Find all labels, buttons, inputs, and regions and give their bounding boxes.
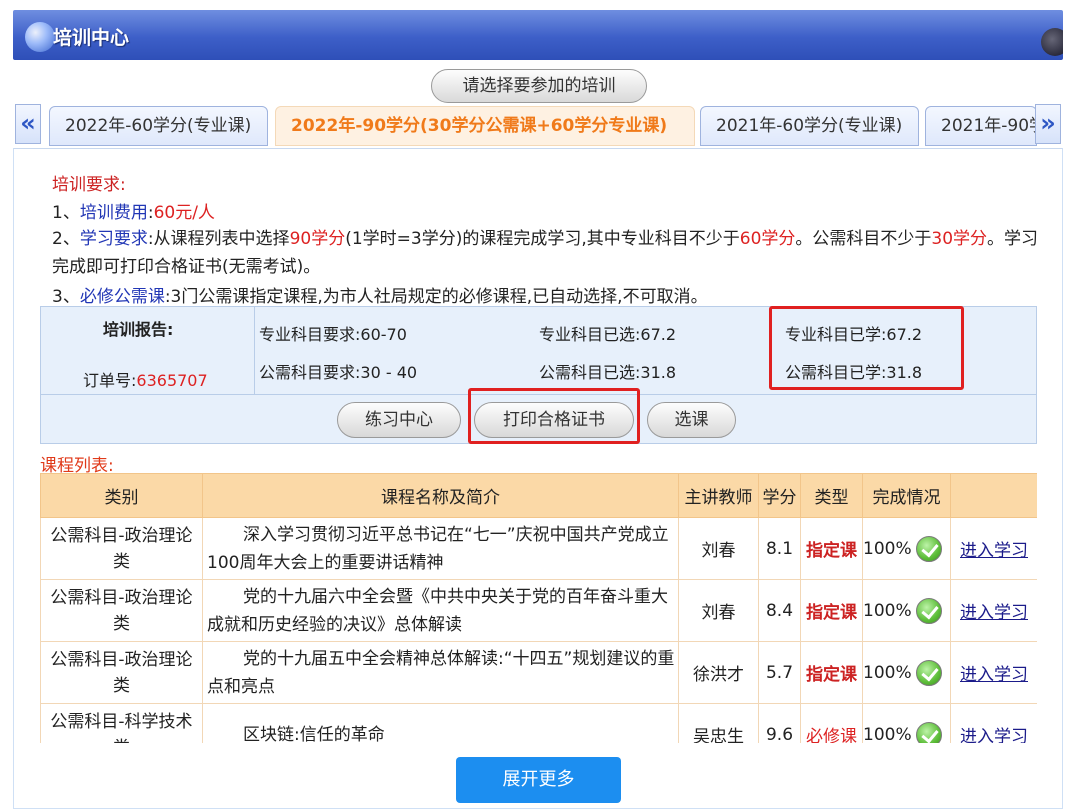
- header-credit: 学分: [758, 473, 801, 518]
- requirement-study: 2、学习要求:从课程列表中选择90学分(1学时=3学分)的课程完成学习,其中专业…: [52, 225, 1042, 281]
- req-text: (1学时=3学分)的课程完成学习,其中专业科目不少于: [345, 229, 740, 249]
- complete-check-icon: [915, 597, 942, 624]
- decorative-ball-icon: [1041, 28, 1063, 56]
- header-course-name: 课程名称及简介: [202, 473, 679, 518]
- tab-2021-60[interactable]: 2021年-60学分(专业课): [700, 106, 919, 146]
- requirements-title: 培训要求:: [52, 175, 126, 195]
- course-category: 公需科目-科学技术类: [40, 703, 203, 743]
- course-name: 党的十九届六中全会暨《中共中央关于党的百年奋斗重大成就和历史经验的决议》总体解读: [202, 579, 679, 642]
- course-category: 公需科目-政治理论类: [40, 517, 203, 580]
- course-type: 指定课: [800, 641, 863, 704]
- page-title: 培训中心: [53, 27, 130, 49]
- progress-text: 100%: [863, 538, 912, 559]
- req-pro-credit: 60学分: [739, 229, 796, 249]
- course-type: 必修课: [800, 703, 863, 743]
- req-index: 1、: [52, 203, 80, 223]
- order-label: 订单号:: [83, 371, 137, 390]
- pub-selected: 公需科目已选:31.8: [539, 363, 677, 382]
- course-action: 进入学习: [950, 641, 1037, 704]
- table-row: 公需科目-政治理论类 党的十九届五中全会精神总体解读:“十四五”规划建议的重点和…: [40, 641, 1037, 704]
- report-summary: 培训报告: 订单号:6365707: [41, 307, 255, 395]
- course-name: 党的十九届五中全会精神总体解读:“十四五”规划建议的重点和亮点: [202, 641, 679, 704]
- req-text: :从课程列表中选择: [147, 229, 290, 249]
- req-pub-credit: 30: [931, 229, 954, 249]
- progress-text: 100%: [863, 600, 912, 621]
- table-row: 公需科目-政治理论类 党的十九届六中全会暨《中共中央关于党的百年奋斗重大成就和历…: [40, 579, 1037, 642]
- requirement-fee: 1、培训费用:60元/人: [52, 198, 215, 223]
- course-name: 深入学习贯彻习近平总书记在“七一”庆祝中国共产党成立100周年大会上的重要讲话精…: [202, 517, 679, 580]
- course-type: 指定课: [800, 579, 863, 642]
- expand-more-button[interactable]: 展开更多: [456, 757, 621, 803]
- tab-scroll-left-icon[interactable]: «: [15, 104, 41, 144]
- course-credit: 8.4: [758, 579, 801, 642]
- req-index: 2、: [52, 229, 80, 249]
- complete-check-icon: [915, 535, 942, 562]
- complete-check-icon: [915, 659, 942, 686]
- training-tabs: « 2022年-60学分(专业课) 2022年-90学分(30学分公需课+60学…: [13, 104, 1063, 148]
- page-header: 培训中心: [13, 10, 1063, 60]
- course-category: 公需科目-政治理论类: [40, 579, 203, 642]
- header-action: [950, 473, 1037, 518]
- req-total-credit: 90学分: [289, 229, 346, 249]
- req-fee-label: 培训费用: [79, 203, 148, 223]
- practice-center-button[interactable]: 练习中心: [337, 402, 461, 438]
- req-index: 3、: [52, 287, 80, 307]
- req-study-label: 学习要求: [79, 229, 148, 249]
- header-progress: 完成情况: [862, 473, 951, 518]
- select-course-button[interactable]: 选课: [647, 402, 736, 438]
- pub-required: 公需科目要求:30 - 40: [259, 363, 418, 382]
- enter-study-link[interactable]: 进入学习: [960, 727, 1028, 743]
- req-text: :3门公需课指定课程,为市人社局规定的必修课程,已自动选择,不可取消。: [164, 287, 708, 307]
- progress-text: 100%: [863, 724, 912, 744]
- course-category: 公需科目-政治理论类: [40, 641, 203, 704]
- order-number: 订单号:6365707: [83, 367, 208, 391]
- tab-scroll-right-icon[interactable]: »: [1035, 104, 1061, 144]
- course-teacher: 刘春: [678, 579, 759, 642]
- table-row: 公需科目-科学技术类 区块链:信任的革命 吴忠生 9.6 必修课 100% 进入…: [40, 703, 1037, 744]
- report-label: 培训报告:: [103, 320, 174, 339]
- header-teacher: 主讲教师: [678, 473, 759, 518]
- course-action: 进入学习: [950, 703, 1037, 743]
- course-teacher: 吴忠生: [678, 703, 759, 743]
- enter-study-link[interactable]: 进入学习: [960, 603, 1028, 623]
- enter-study-link[interactable]: 进入学习: [960, 665, 1028, 685]
- enter-study-link[interactable]: 进入学习: [960, 541, 1028, 561]
- header-category: 类别: [40, 473, 203, 518]
- highlight-learned-box: [769, 306, 964, 390]
- course-action: 进入学习: [950, 579, 1037, 642]
- req-mandatory-label: 必修公需课: [79, 287, 165, 307]
- course-table: 类别 课程名称及简介 主讲教师 学分 类型 完成情况 公需科目-政治理论类 深入…: [40, 473, 1037, 743]
- course-name: 区块链:信任的革命: [202, 703, 679, 743]
- course-teacher: 刘春: [678, 517, 759, 580]
- progress-text: 100%: [863, 662, 912, 683]
- course-credit: 5.7: [758, 641, 801, 704]
- course-progress: 100%: [862, 579, 951, 642]
- pro-required: 专业科目要求:60-70: [259, 325, 407, 344]
- logo-icon: [25, 22, 55, 52]
- course-credit: 8.1: [758, 517, 801, 580]
- course-progress: 100%: [862, 641, 951, 704]
- complete-check-icon: [915, 721, 942, 743]
- requirement-mandatory: 3、必修公需课:3门公需课指定课程,为市人社局规定的必修课程,已自动选择,不可取…: [52, 282, 708, 307]
- table-row: 公需科目-政治理论类 深入学习贯彻习近平总书记在“七一”庆祝中国共产党成立100…: [40, 517, 1037, 580]
- course-action: 进入学习: [950, 517, 1037, 580]
- highlight-print-box: [468, 388, 640, 444]
- tab-2022-60[interactable]: 2022年-60学分(专业课): [49, 106, 268, 146]
- course-progress: 100%: [862, 517, 951, 580]
- course-teacher: 徐洪才: [678, 641, 759, 704]
- pro-selected: 专业科目已选:67.2: [539, 325, 677, 344]
- table-header-row: 类别 课程名称及简介 主讲教师 学分 类型 完成情况: [40, 473, 1037, 518]
- req-pub-credit-unit: 学分: [953, 229, 988, 249]
- order-value: 6365707: [136, 371, 208, 390]
- header-type: 类型: [800, 473, 863, 518]
- tab-2021-90[interactable]: 2021年-90学: [925, 106, 1037, 146]
- req-text: 。公需科目不少于: [795, 229, 932, 249]
- course-credit: 9.6: [758, 703, 801, 743]
- tab-2022-90[interactable]: 2022年-90学分(30学分公需课+60学分专业课): [275, 106, 695, 146]
- choose-training-button[interactable]: 请选择要参加的培训: [431, 69, 647, 103]
- req-fee-value: 60元/人: [153, 203, 215, 223]
- course-type: 指定课: [800, 517, 863, 580]
- course-table-wrapper[interactable]: 类别 课程名称及简介 主讲教师 学分 类型 完成情况 公需科目-政治理论类 深入…: [40, 473, 1037, 743]
- course-progress: 100%: [862, 703, 951, 744]
